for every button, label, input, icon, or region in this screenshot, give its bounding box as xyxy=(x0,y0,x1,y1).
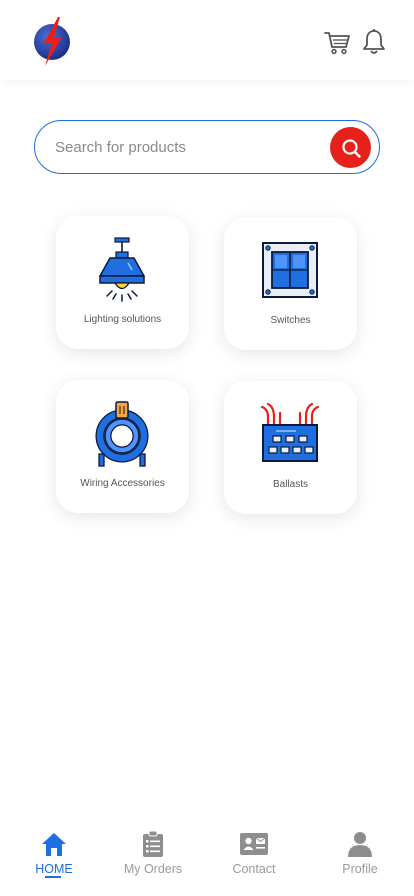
switch-panel-icon xyxy=(262,242,318,298)
nav-label: HOME xyxy=(35,862,73,876)
nav-item-orders[interactable]: My Orders xyxy=(108,830,198,876)
lightning-logo-icon[interactable] xyxy=(32,15,72,67)
nav-item-home[interactable]: HOME xyxy=(9,830,99,876)
category-label: Ballasts xyxy=(272,479,308,490)
search-button[interactable] xyxy=(330,127,371,168)
nav-label: Contact xyxy=(232,862,276,876)
nav-label: My Orders xyxy=(123,862,183,876)
search-icon xyxy=(341,138,361,158)
category-card-switches[interactable]: Switches xyxy=(224,217,357,350)
nav-item-profile[interactable]: Profile xyxy=(315,830,405,876)
nav-label: Profile xyxy=(342,862,378,876)
search-bar xyxy=(34,120,380,174)
search-input[interactable] xyxy=(55,136,315,158)
category-label: Wiring Accessories xyxy=(80,478,165,489)
bell-icon[interactable] xyxy=(361,28,387,56)
nav-item-contact[interactable]: Contact xyxy=(209,830,299,876)
cable-coil-icon xyxy=(95,401,149,467)
clipboard-icon xyxy=(143,830,163,857)
category-card-ballasts[interactable]: Ballasts xyxy=(224,381,357,514)
user-icon xyxy=(348,832,372,857)
active-tab-indicator xyxy=(45,876,61,878)
home-icon xyxy=(42,833,66,856)
contact-card-icon xyxy=(240,833,268,855)
category-label: Switches xyxy=(270,315,311,326)
cart-icon[interactable] xyxy=(323,28,351,56)
bottom-nav: HOME My Orders Contact Profile xyxy=(0,822,414,896)
app-header xyxy=(0,0,414,80)
category-card-lighting[interactable]: Lighting solutions xyxy=(56,216,189,349)
pendant-lamp-icon xyxy=(99,237,145,302)
category-card-wiring[interactable]: Wiring Accessories xyxy=(56,380,189,513)
ballast-icon xyxy=(260,402,320,462)
category-label: Lighting solutions xyxy=(83,314,162,325)
